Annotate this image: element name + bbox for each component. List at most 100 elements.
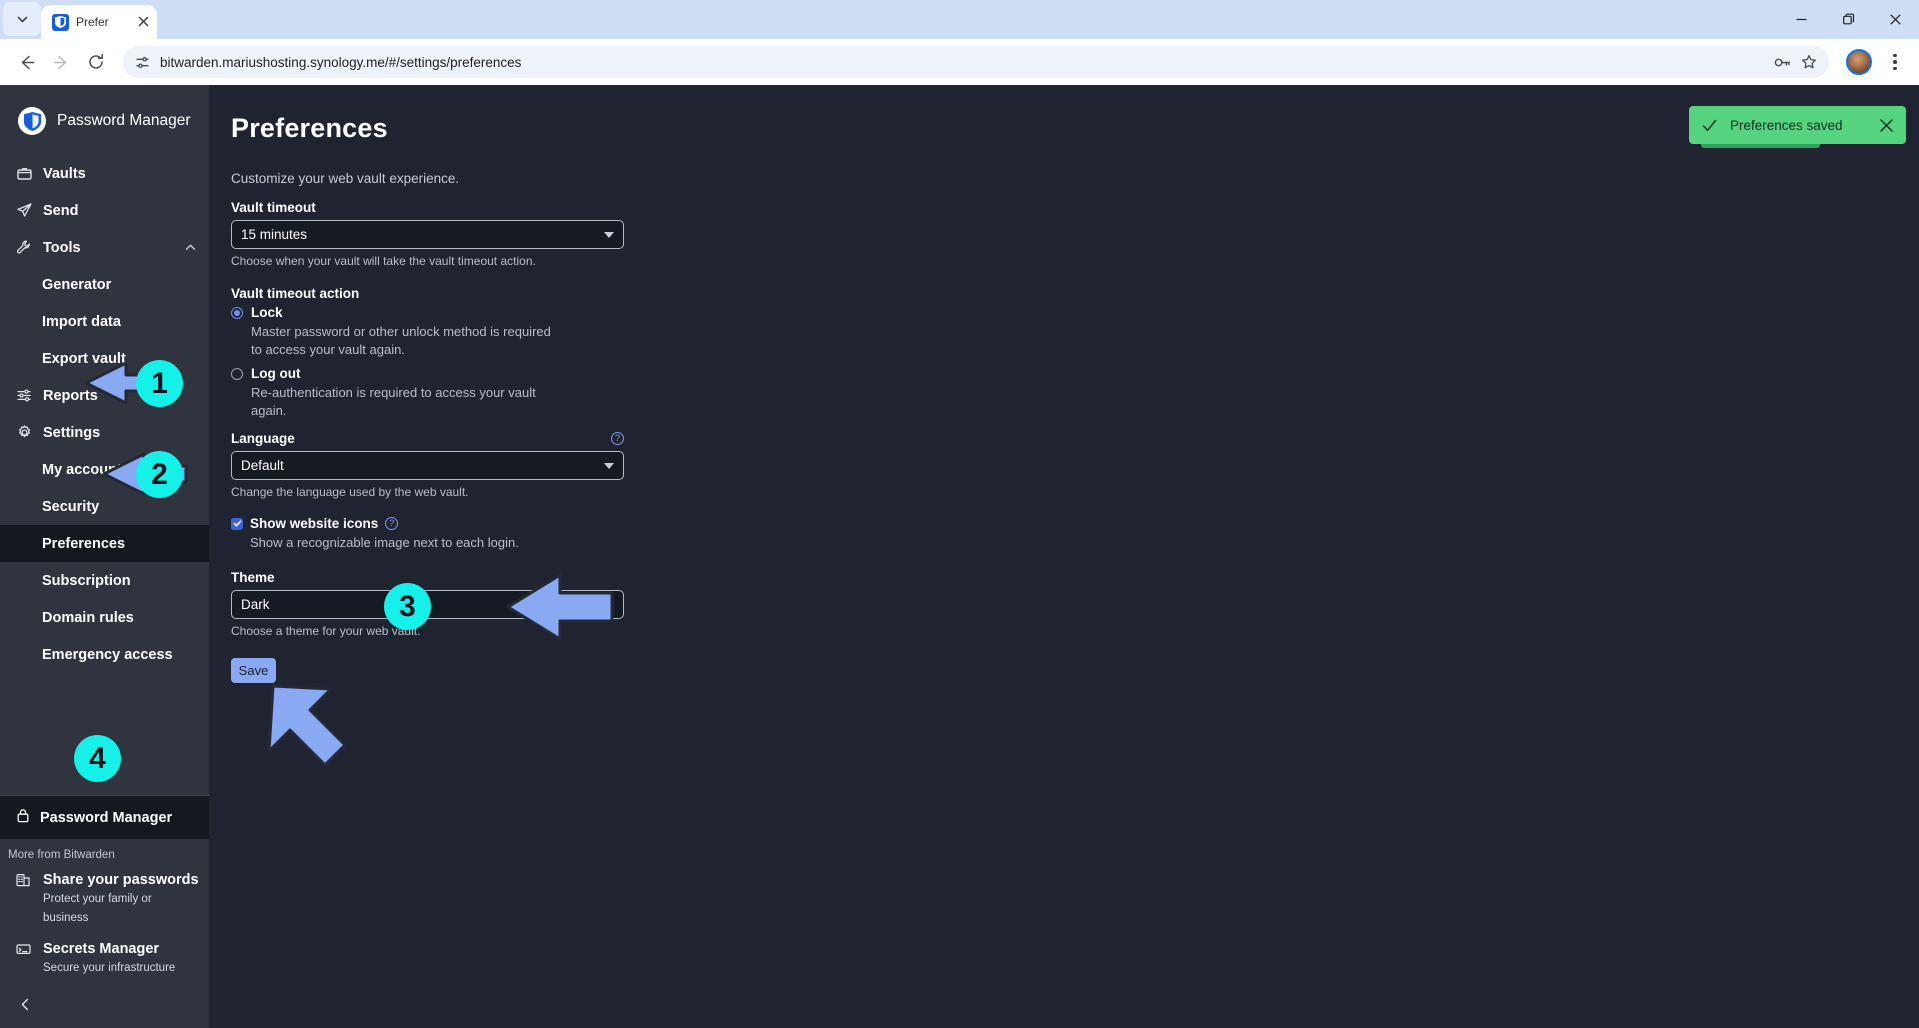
page-title: Preferences — [231, 113, 388, 143]
sidebar-item-domain-rules[interactable]: Domain rules — [0, 599, 209, 636]
preferences-form: Vault timeout 15 minutes Choose when you… — [209, 186, 629, 684]
sidebar-item-label: Import data — [42, 313, 121, 330]
browser-tab-strip: Prefer — [0, 0, 1919, 39]
page-subtitle: Customize your web vault experience. — [231, 171, 460, 186]
radio-log-out-input[interactable] — [231, 367, 243, 380]
browser-tab[interactable]: Prefer — [41, 5, 157, 39]
sidebar-item-preferences[interactable]: Preferences — [0, 525, 209, 562]
chevron-up-icon[interactable] — [184, 241, 197, 254]
tab-close-icon[interactable] — [138, 16, 149, 29]
sidebar-item-reports[interactable]: Reports — [0, 377, 209, 414]
back-arrow-icon[interactable] — [10, 46, 42, 78]
sidebar-item-label: Generator — [42, 276, 112, 293]
gear-icon — [16, 425, 33, 440]
radio-lock-description: Master password or other unlock method i… — [251, 324, 551, 357]
star-icon[interactable] — [1801, 54, 1817, 70]
theme-help: Choose a theme for your web vault. — [231, 624, 421, 639]
forward-arrow-icon[interactable] — [45, 46, 77, 78]
sidebar-item-label: Domain rules — [42, 609, 134, 626]
vault-timeout-help: Choose when your vault will take the vau… — [231, 254, 536, 268]
help-circle-icon[interactable]: ? — [611, 432, 624, 446]
vault-timeout-select[interactable]: 15 minutes — [231, 220, 624, 249]
sidebar-item-label: Settings — [43, 424, 101, 441]
chevron-down-icon — [604, 462, 614, 469]
radio-lock-input[interactable] — [231, 306, 243, 319]
sidebar-item-settings[interactable]: Settings — [0, 414, 209, 451]
language-value: Default — [241, 458, 284, 474]
close-icon[interactable] — [1872, 0, 1919, 39]
sidebar-item-label: Send — [43, 202, 79, 219]
sidebar-item-generator[interactable]: Generator — [0, 266, 209, 303]
help-circle-icon[interactable]: ? — [385, 517, 399, 531]
more-from-bitwarden-label: More from Bitwarden — [8, 849, 115, 862]
web-vault-app: Password Manager Vaults Send Tools Gener… — [0, 85, 1919, 1028]
sidebar-item-label: Vaults — [43, 165, 86, 182]
reload-icon[interactable] — [80, 46, 112, 78]
sidebar-item-label: Subscription — [42, 572, 131, 589]
sidebar-item-emergency-access[interactable]: Emergency access — [0, 636, 209, 673]
bitwarden-shield-icon — [52, 13, 69, 31]
profile-avatar[interactable] — [1846, 49, 1872, 75]
toast-message: Preferences saved — [1730, 117, 1843, 133]
toast-preferences-saved[interactable]: Preferences saved — [1689, 106, 1906, 144]
language-select[interactable]: Default — [231, 451, 624, 481]
secrets-manager-icon — [16, 942, 33, 961]
restore-icon[interactable] — [1825, 0, 1872, 39]
wrench-icon — [16, 240, 33, 255]
vault-timeout-label: Vault timeout — [231, 200, 316, 215]
toast-progress-bar — [1701, 144, 1821, 148]
sidebar-item-subscription[interactable]: Subscription — [0, 562, 209, 599]
close-icon[interactable] — [1879, 118, 1894, 133]
brand[interactable]: Password Manager — [0, 85, 209, 155]
sidebar-item-label: Export vault — [42, 350, 126, 367]
radio-log-out-label: Log out — [251, 366, 301, 382]
vault-timeout-value: 15 minutes — [241, 227, 308, 242]
more-item-share-your-passwords[interactable]: Share your passwords Protect your family… — [0, 867, 209, 936]
sidebar-item-export-vault[interactable]: Export vault — [0, 340, 209, 377]
show-website-icons-description: Show a recognizable image next to each l… — [250, 535, 519, 551]
theme-select[interactable]: Dark — [231, 590, 624, 620]
minimize-icon[interactable] — [1778, 0, 1825, 39]
organization-icon — [16, 873, 33, 892]
sidebar-item-label: Preferences — [42, 535, 126, 552]
browser-tab-title: Prefer — [76, 15, 109, 29]
more-item-secrets-manager[interactable]: Secrets Manager Secure your infrastructu… — [0, 936, 209, 987]
show-website-icons-row[interactable]: Show website icons ? — [231, 516, 629, 531]
toast-container: Preferences saved — [1689, 106, 1906, 148]
sidebar: Password Manager Vaults Send Tools Gener… — [0, 85, 209, 1028]
chevron-down-icon — [604, 601, 614, 608]
reports-icon — [16, 388, 33, 403]
sidebar-item-security[interactable]: Security — [0, 488, 209, 525]
sidebar-item-label: Tools — [43, 239, 81, 256]
language-label: Language — [231, 431, 295, 447]
sidebar-item-import-data[interactable]: Import data — [0, 303, 209, 340]
radio-log-out-description: Re-authentication is required to access … — [251, 385, 536, 418]
language-help: Change the language used by the web vaul… — [231, 485, 469, 500]
theme-value: Dark — [241, 597, 270, 613]
bitwarden-shield-icon — [18, 107, 46, 135]
more-item-title: Share your passwords — [43, 872, 199, 889]
send-icon — [16, 203, 33, 218]
radio-option-log-out[interactable]: Log out — [231, 366, 629, 381]
radio-option-lock[interactable]: Lock — [231, 305, 629, 320]
product-switcher-password-manager[interactable]: Password Manager — [0, 795, 209, 840]
product-switcher-label: Password Manager — [40, 809, 173, 826]
tune-icon[interactable] — [135, 55, 150, 70]
show-website-icons-label: Show website icons — [250, 516, 379, 532]
sidebar-item-tools[interactable]: Tools — [0, 229, 209, 266]
save-button[interactable]: Save — [231, 658, 276, 684]
main-content: Preferences Customize your web vault exp… — [209, 85, 1919, 1028]
brand-name: Password Manager — [57, 112, 191, 129]
radio-lock-label: Lock — [251, 305, 283, 320]
theme-label: Theme — [231, 570, 275, 586]
tab-search-icon[interactable] — [3, 2, 41, 36]
chevron-left-icon[interactable] — [0, 987, 209, 1028]
show-website-icons-checkbox[interactable] — [231, 517, 243, 530]
kebab-menu-icon[interactable] — [1881, 47, 1909, 77]
sidebar-item-vaults[interactable]: Vaults — [0, 155, 209, 192]
sidebar-item-send[interactable]: Send — [0, 192, 209, 229]
key-icon[interactable] — [1774, 55, 1791, 70]
address-bar[interactable]: bitwarden.mariushosting.synology.me/#/se… — [123, 46, 1829, 78]
sidebar-item-my-account[interactable]: My account — [0, 451, 209, 488]
